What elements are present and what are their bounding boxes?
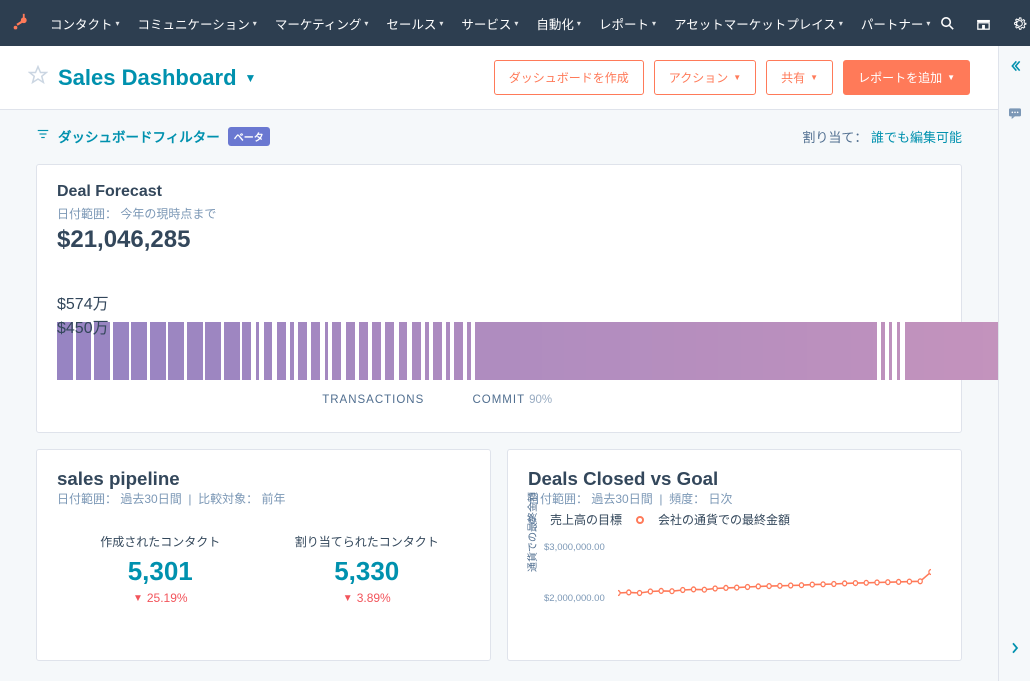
funnel-seg1-amount: $574万 (57, 290, 941, 314)
nav-partner[interactable]: パートナー▾ (853, 8, 939, 39)
deals-closed-vs-goal-card: Deals Closed vs Goal 日付範囲： 過去30日間 | 頻度： … (507, 449, 962, 661)
caret-down-icon: ▼ (810, 73, 818, 82)
caret-down-icon: ▾ (926, 19, 930, 28)
filter-row: ダッシュボードフィルター ベータ 割り当て： 誰でも編集可能 (0, 110, 998, 156)
deals-goal-legend: 売上高の目標 会社の通貨での最終金額 (528, 511, 941, 528)
create-dashboard-button[interactable]: ダッシュボードを作成 (494, 60, 644, 95)
nav-communication[interactable]: コミュニケーション▾ (130, 8, 265, 39)
action-button[interactable]: アクション▼ (654, 60, 756, 95)
expand-rail-icon[interactable] (1007, 640, 1023, 661)
add-report-button[interactable]: レポートを追加▼ (843, 60, 970, 95)
comments-icon[interactable] (1007, 105, 1023, 126)
search-icon[interactable] (938, 14, 956, 32)
caret-down-icon: ▾ (439, 19, 443, 28)
pipeline-title: sales pipeline (57, 468, 470, 490)
down-arrow-icon: ▼ (133, 593, 143, 604)
deal-forecast-title: Deal Forecast (57, 183, 941, 201)
filter-label: ダッシュボードフィルター (58, 126, 220, 146)
caret-down-icon: ▼ (733, 73, 741, 82)
caret-down-icon: ▼ (947, 73, 955, 82)
top-nav: コンタクト▾ コミュニケーション▾ マーケティング▾ セールス▾ サービス▾ 自… (0, 0, 1030, 46)
header-actions: ダッシュボードを作成 アクション▼ 共有▼ レポートを追加▼ (494, 60, 970, 95)
metric-assigned-contacts: 割り当てられたコンタクト 5,330 ▼3.89% (264, 533, 471, 605)
dashboard-filter-toggle[interactable]: ダッシュボードフィルター ベータ (36, 126, 270, 146)
settings-icon[interactable] (1010, 14, 1028, 32)
metric-created-contacts: 作成されたコンタクト 5,301 ▼25.19% (57, 533, 264, 605)
caret-down-icon: ▾ (652, 19, 656, 28)
nav-right: 1 (938, 14, 1030, 32)
share-button[interactable]: 共有▼ (766, 60, 833, 95)
nav-reports[interactable]: レポート▾ (591, 8, 664, 39)
caret-down-icon: ▾ (839, 19, 843, 28)
down-arrow-icon: ▼ (343, 593, 353, 604)
favorite-star-icon[interactable] (28, 65, 48, 90)
title-dropdown-icon[interactable]: ▼ (245, 71, 257, 85)
pipeline-meta: 日付範囲： 過去30日間 | 比較対象： 前年 (57, 490, 470, 507)
collapse-rail-icon[interactable] (1007, 58, 1023, 79)
deals-goal-chart: 通貨での最終金額 $3,000,000.00 $2,000,000.00 (528, 542, 941, 642)
assignment-info: 割り当て： 誰でも編集可能 (802, 127, 962, 146)
caret-down-icon: ▾ (116, 19, 120, 28)
assignment-link[interactable]: 誰でも編集可能 (871, 130, 962, 145)
funnel-seg2-label: COMMIT90% (472, 394, 552, 406)
header-bar: Sales Dashboard ▼ ダッシュボードを作成 アクション▼ 共有▼ … (0, 46, 998, 110)
beta-badge: ベータ (228, 127, 270, 146)
nav-marketing[interactable]: マーケティング▾ (267, 8, 377, 39)
page-title: Sales Dashboard (58, 65, 237, 91)
nav-items: コンタクト▾ コミュニケーション▾ マーケティング▾ セールス▾ サービス▾ 自… (42, 8, 938, 39)
nav-sales[interactable]: セールス▾ (378, 8, 451, 39)
funnel-seg1-label: TRANSACTIONS (322, 394, 424, 406)
filter-icon (36, 127, 50, 146)
nav-contacts[interactable]: コンタクト▾ (42, 8, 128, 39)
caret-down-icon: ▾ (253, 19, 257, 28)
deal-forecast-card: Deal Forecast 日付範囲： 今年の現時点まで $21,046,285… (36, 164, 962, 433)
deals-goal-meta: 日付範囲： 過去30日間 | 頻度： 日次 (528, 490, 941, 507)
caret-down-icon: ▾ (514, 19, 518, 28)
sales-pipeline-card: sales pipeline 日付範囲： 過去30日間 | 比較対象： 前年 作… (36, 449, 491, 661)
funnel-seg2-amount: $450万 (57, 314, 941, 338)
nav-automation[interactable]: 自動化▾ (528, 8, 589, 39)
deals-goal-title: Deals Closed vs Goal (528, 468, 941, 490)
hubspot-logo[interactable] (10, 10, 32, 36)
deal-forecast-total: $21,046,285 (57, 226, 941, 254)
marketplace-icon[interactable] (974, 14, 992, 32)
deal-forecast-range: 日付範囲： 今年の現時点まで (57, 205, 941, 222)
legend-dot-actual (636, 516, 644, 524)
funnel-chart: $574万 $450万 TRANSACTIONS COMMIT90% (57, 290, 941, 414)
nav-marketplace[interactable]: アセットマーケットプレイス▾ (666, 8, 851, 39)
caret-down-icon: ▾ (577, 19, 581, 28)
pipeline-metrics: 作成されたコンタクト 5,301 ▼25.19% 割り当てられたコンタクト 5,… (57, 533, 470, 605)
caret-down-icon: ▾ (364, 19, 368, 28)
right-rail (998, 46, 1030, 681)
nav-service[interactable]: サービス▾ (453, 8, 526, 39)
